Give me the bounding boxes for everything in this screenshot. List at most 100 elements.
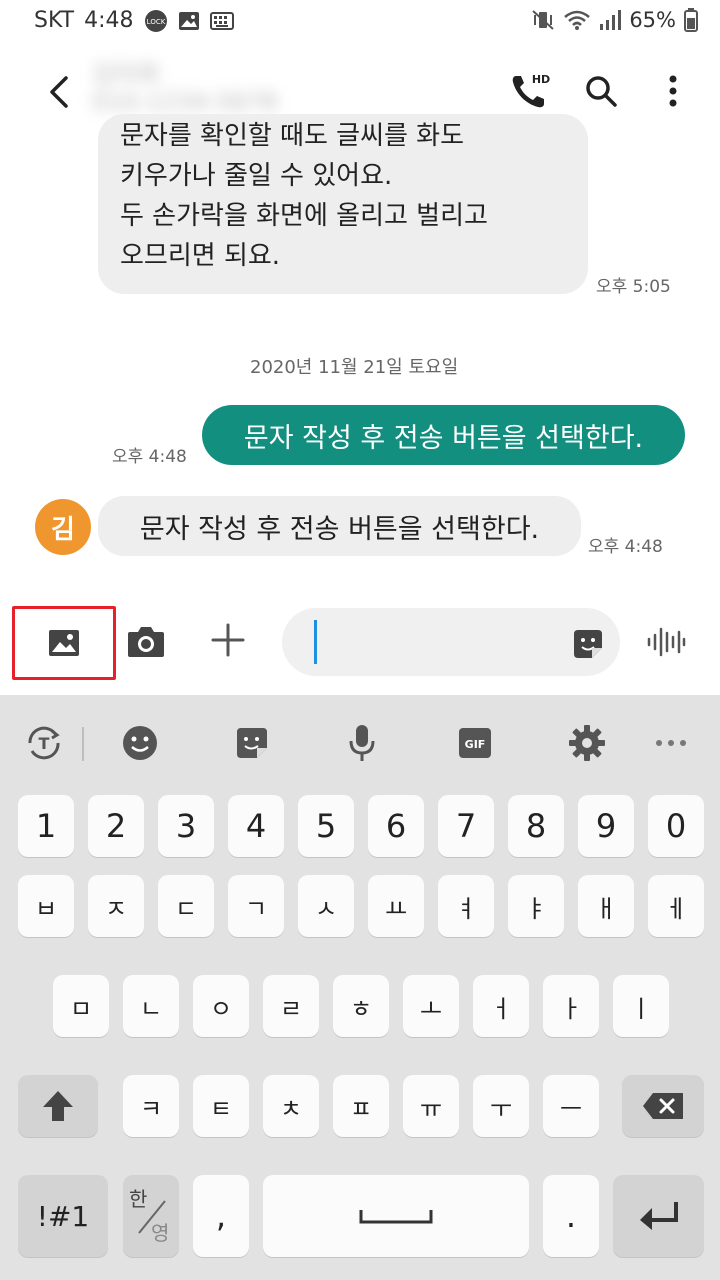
incoming-message-bubble[interactable]: 문자 작성 후 전송 버튼을 선택한다. [98,496,581,556]
contact-name[interactable]: 김미래 010-1234-5678 [92,60,282,118]
incoming-message-text: 문자를 확인할 때도 글씨를 화도 키우가나 줄일 수 있어요. 두 손가락을 … [120,121,488,271]
key-8[interactable]: 8 [508,795,564,857]
key-yo[interactable]: ㅛ [368,875,424,937]
key-tieut[interactable]: ㅌ [193,1075,249,1137]
wifi-icon [563,9,591,31]
sticker-button[interactable] [568,624,608,664]
key-0[interactable]: 0 [648,795,704,857]
key-i[interactable]: ㅣ [613,975,669,1037]
emoji-button[interactable] [112,715,168,771]
language-switch-glyph: 한 영 [123,1175,179,1257]
clock: 4:48 [84,8,134,33]
key-hieut[interactable]: ㅎ [333,975,389,1037]
camera-icon [128,627,164,657]
avatar-letter: 김 [51,514,75,545]
symbols-key[interactable]: !#1 [18,1175,108,1257]
message-time: 오후 4:48 [112,447,187,467]
key-6[interactable]: 6 [368,795,424,857]
more-options-button[interactable] [650,68,696,114]
key-5[interactable]: 5 [298,795,354,857]
key-pieup[interactable]: ㅍ [333,1075,389,1137]
status-right: 65% [531,8,698,32]
key-kieuk[interactable]: ㅋ [123,1075,179,1137]
message-list[interactable]: 문자를 확인할 때도 글씨를 화도 키우가나 줄일 수 있어요. 두 손가락을 … [0,114,720,580]
signal-icon [599,9,622,31]
message-time: 오후 5:05 [596,277,671,297]
comma-key[interactable]: , [193,1175,249,1257]
period-key[interactable]: . [543,1175,599,1257]
hd-call-button[interactable]: HD [506,68,552,114]
key-siot[interactable]: ㅅ [298,875,354,937]
key-ieung[interactable]: ㅇ [193,975,249,1037]
key-yeo[interactable]: ㅕ [438,875,494,937]
enter-key[interactable] [613,1175,704,1257]
text-cursor [314,620,317,664]
gallery-button[interactable] [12,606,116,680]
translate-button[interactable]: T [16,715,72,771]
key-1[interactable]: 1 [18,795,74,857]
key-nieun[interactable]: ㄴ [123,975,179,1037]
key-yu[interactable]: ㅠ [403,1075,459,1137]
key-e[interactable]: ㅔ [648,875,704,937]
voice-wave-icon [647,627,686,657]
more-toolbar-button[interactable] [643,715,699,771]
keyboard: T GIF 1 2 3 4 5 6 7 8 9 0 ㅂ ㅈ ㄷ ㄱ ㅅ ㅛ ㅕ … [0,695,720,1280]
key-eu[interactable]: ㅡ [543,1075,599,1137]
gif-button[interactable]: GIF [447,715,503,771]
shift-key[interactable] [18,1075,98,1137]
message-composer [0,596,720,694]
key-2[interactable]: 2 [88,795,144,857]
key-digeut[interactable]: ㄷ [158,875,214,937]
voice-input-button[interactable] [642,620,690,664]
camera-button[interactable] [124,620,168,664]
sticker-keyboard-button[interactable] [224,715,280,771]
shift-arrow-icon [43,1091,73,1121]
backspace-key[interactable] [622,1075,704,1137]
backspace-icon [643,1093,683,1119]
microphone-icon [349,725,375,761]
search-button[interactable] [578,68,624,114]
emoji-icon [123,726,157,760]
key-rieul[interactable]: ㄹ [263,975,319,1037]
status-bar: SKT 4:48 LOCK 65% [0,0,720,44]
incoming-message-text: 문자 작성 후 전송 버튼을 선택한다. [139,513,540,545]
enter-icon [639,1202,678,1230]
gear-icon [569,725,605,761]
avatar[interactable]: 김 [35,499,91,555]
outgoing-message-bubble[interactable]: 문자 작성 후 전송 버튼을 선택한다. [202,405,685,465]
keyboard-settings-button[interactable] [559,715,615,771]
key-4[interactable]: 4 [228,795,284,857]
voice-typing-button[interactable] [334,715,390,771]
language-switch-key[interactable]: 한 영 [123,1175,179,1257]
key-a[interactable]: ㅏ [543,975,599,1037]
key-jieut[interactable]: ㅈ [88,875,144,937]
key-9[interactable]: 9 [578,795,634,857]
key-ae[interactable]: ㅐ [578,875,634,937]
translate-icon: T [28,726,60,760]
battery-percent: 65% [629,8,676,32]
key-u[interactable]: ㅜ [473,1075,529,1137]
key-mieum[interactable]: ㅁ [53,975,109,1037]
incoming-message-bubble[interactable]: 문자를 확인할 때도 글씨를 화도 키우가나 줄일 수 있어요. 두 손가락을 … [98,114,588,294]
key-7[interactable]: 7 [438,795,494,857]
back-button[interactable] [40,72,80,112]
space-key[interactable] [263,1175,529,1257]
space-icon [359,1210,433,1224]
keyboard-notification-icon [209,11,234,30]
sticker-icon [237,728,267,758]
key-o[interactable]: ㅗ [403,975,459,1037]
more-dots-icon [656,740,686,746]
key-ya[interactable]: ㅑ [508,875,564,937]
carrier-label: SKT [34,8,75,33]
key-giyeok[interactable]: ㄱ [228,875,284,937]
toolbar-divider [82,727,84,761]
lock-app-icon: LOCK [144,9,168,33]
key-eo[interactable]: ㅓ [473,975,529,1037]
battery-icon [684,8,698,32]
attach-more-button[interactable] [204,616,252,664]
message-time: 오후 4:48 [588,537,663,557]
key-bieup[interactable]: ㅂ [18,875,74,937]
key-3[interactable]: 3 [158,795,214,857]
svg-text:GIF: GIF [465,738,486,751]
key-chieut[interactable]: ㅊ [263,1075,319,1137]
